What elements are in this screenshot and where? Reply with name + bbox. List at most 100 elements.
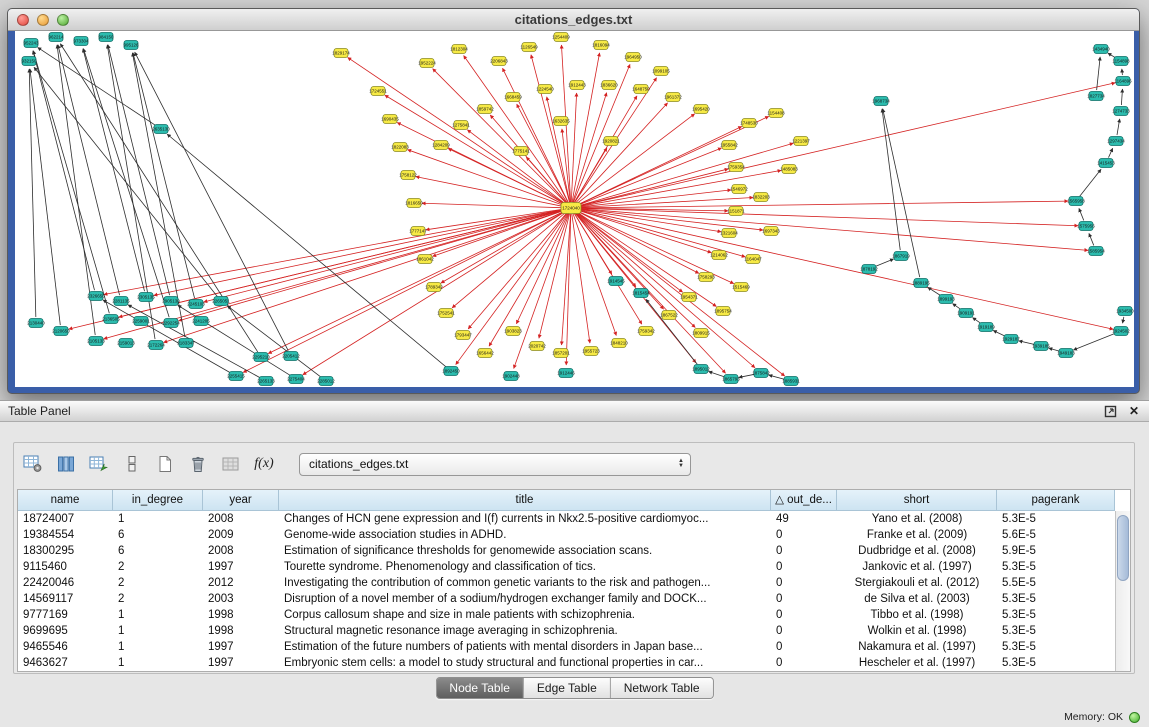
table-cell: 5.6E-5 (997, 527, 1115, 543)
column-icon[interactable] (120, 453, 144, 475)
graph-edge[interactable] (108, 45, 170, 295)
window-titlebar[interactable]: citations_edges.txt (8, 9, 1139, 31)
graph-edge[interactable] (574, 148, 607, 203)
graph-edge[interactable] (60, 44, 257, 352)
graph-edge[interactable] (416, 177, 565, 207)
graph-edge[interactable] (69, 209, 565, 329)
table-row[interactable]: 969969511998Structural magnetic resonanc… (18, 623, 1115, 639)
graph-edge[interactable] (574, 213, 612, 274)
graph-edge[interactable] (539, 214, 570, 338)
graph-edge[interactable] (875, 259, 894, 267)
graph-edge[interactable] (573, 93, 607, 203)
graph-edge[interactable] (1097, 57, 1101, 90)
table-row[interactable]: 911546021997Tourette syndrome. Phenomeno… (18, 559, 1115, 575)
graph-edge[interactable] (164, 210, 566, 343)
graph-edge[interactable] (577, 83, 1115, 207)
graph-edge[interactable] (1089, 233, 1094, 245)
graph-edge[interactable] (448, 148, 565, 205)
graph-edge[interactable] (426, 209, 565, 230)
graph-edge[interactable] (30, 69, 60, 325)
graph-edge[interactable] (576, 211, 699, 274)
close-panel-button[interactable]: ✕ (1127, 404, 1141, 418)
column-header-year[interactable]: year (203, 490, 279, 511)
table-settings-icon[interactable] (21, 453, 45, 475)
graph-edge[interactable] (1121, 89, 1122, 105)
network-select-dropdown[interactable]: citations_edges.txt ▲▼ (299, 453, 691, 476)
graph-edge[interactable] (572, 53, 599, 202)
graph-edge[interactable] (204, 209, 565, 302)
float-panel-icon[interactable] (1103, 404, 1117, 418)
graph-edge[interactable] (993, 330, 1005, 336)
graph-edge[interactable] (408, 150, 566, 206)
graph-edge[interactable] (562, 129, 570, 202)
merge-table-icon[interactable] (219, 453, 243, 475)
graph-edge[interactable] (104, 209, 565, 294)
column-header-in-degree[interactable]: in_degree (113, 490, 203, 511)
graph-edge[interactable] (452, 212, 566, 308)
column-header-name[interactable]: name (18, 490, 113, 511)
graph-edge[interactable] (577, 190, 731, 207)
tab-edge-table[interactable]: Edge Table (524, 678, 611, 698)
table-row[interactable]: 1872400712008Changes of HCN gene express… (18, 511, 1115, 527)
column-header-pagerank[interactable]: pagerank (997, 490, 1115, 511)
graph-edge[interactable] (1123, 317, 1124, 323)
graph-edge[interactable] (154, 209, 565, 295)
column-header-title[interactable]: title (279, 490, 771, 511)
graph-edge[interactable] (1073, 333, 1115, 350)
graph-edge[interactable] (577, 209, 1113, 329)
graph-edge[interactable] (243, 211, 565, 373)
network-graph[interactable]: 1724040182917417245511690435182208317581… (15, 31, 1134, 387)
graph-edge[interactable] (577, 169, 728, 207)
graph-edge[interactable] (135, 52, 289, 351)
new-table-icon[interactable] (153, 453, 177, 475)
graph-edge[interactable] (547, 97, 570, 202)
vertical-scrollbar[interactable] (1115, 511, 1130, 671)
graph-edge[interactable] (572, 214, 590, 343)
graph-edge[interactable] (58, 45, 120, 295)
graph-edge[interactable] (29, 69, 36, 317)
table-row[interactable]: 946554611997Estimation of the future num… (18, 639, 1115, 655)
graph-edge[interactable] (882, 109, 900, 250)
graph-edge[interactable] (179, 210, 566, 321)
graph-edge[interactable] (575, 103, 668, 204)
graph-edge[interactable] (422, 203, 565, 208)
graph-edge[interactable] (1080, 169, 1101, 196)
graph-edge[interactable] (577, 201, 1068, 208)
graph-edge[interactable] (33, 51, 109, 314)
table-row[interactable]: 1938455462009Genome-wide association stu… (18, 527, 1115, 543)
graph-edge[interactable] (571, 93, 576, 202)
graph-edge[interactable] (577, 208, 1088, 250)
show-columns-icon[interactable] (54, 453, 78, 475)
column-header-out-de[interactable]: △ out_de... (771, 490, 837, 511)
table-row[interactable]: 1830029562008Estimation of significance … (18, 543, 1115, 559)
network-canvas[interactable]: 1724040182917417245511690435182208317581… (15, 31, 1134, 387)
table-row[interactable]: 977716911998Corpus callosum shape and si… (18, 607, 1115, 623)
graph-edge[interactable] (57, 45, 95, 335)
table-row[interactable]: 1456911722003Disruption of a novel membe… (18, 591, 1115, 607)
delete-table-icon[interactable] (186, 453, 210, 475)
graph-edge[interactable] (573, 214, 616, 336)
graph-edge[interactable] (303, 211, 566, 375)
table-row[interactable]: 2242004622012Investigating the contribut… (18, 575, 1115, 591)
graph-edge[interactable] (516, 213, 568, 323)
scrollbar-thumb[interactable] (1117, 515, 1129, 581)
graph-edge[interactable] (577, 148, 722, 206)
graph-edge[interactable] (1079, 208, 1084, 220)
graph-edge[interactable] (227, 306, 321, 378)
graph-edge[interactable] (566, 214, 571, 365)
tab-network-table[interactable]: Network Table (611, 678, 713, 698)
graph-edge[interactable] (1108, 148, 1112, 157)
close-window-button[interactable] (17, 14, 29, 26)
graph-edge[interactable] (575, 213, 696, 363)
graph-edge[interactable] (928, 287, 941, 295)
zoom-window-button[interactable] (57, 14, 69, 26)
tab-node-table[interactable]: Node Table (436, 678, 524, 698)
graph-edge[interactable] (1122, 69, 1123, 75)
column-header-short[interactable]: short (837, 490, 997, 511)
function-builder-icon[interactable]: f(x) (252, 453, 276, 475)
import-table-icon[interactable] (87, 453, 111, 475)
minimize-window-button[interactable] (37, 14, 49, 26)
graph-edge[interactable] (1117, 119, 1120, 135)
graph-edge[interactable] (468, 213, 567, 329)
table-row[interactable]: 946362711997Embryonic stem cells: a mode… (18, 655, 1115, 671)
